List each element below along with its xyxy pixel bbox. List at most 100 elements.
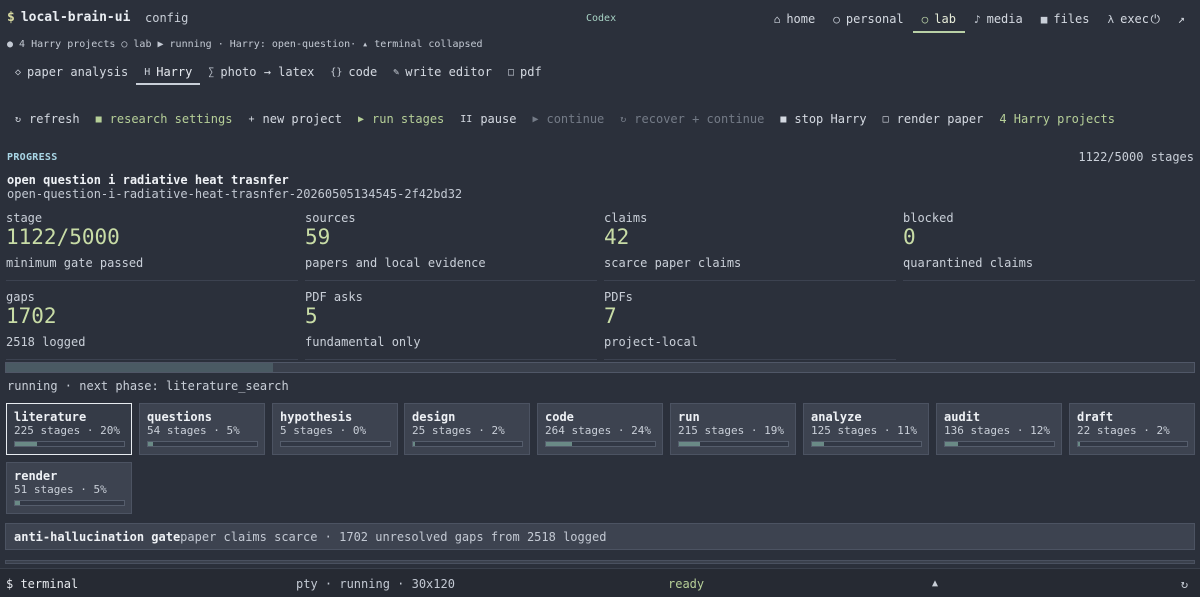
- nav-lab[interactable]: ○ lab: [912, 8, 965, 33]
- divider: [5, 560, 1195, 564]
- stop-icon: ■: [780, 113, 787, 125]
- app-title: $ local-brain-ui: [7, 10, 130, 25]
- render-paper-button[interactable]: □ render paper: [875, 109, 992, 129]
- tab-label: Harry: [156, 65, 193, 79]
- nav-home[interactable]: ⌂ home: [765, 8, 825, 33]
- stage-meta: 25 stages · 2%: [412, 424, 505, 437]
- terminal-label[interactable]: $ terminal: [6, 577, 78, 591]
- pause-icon: II: [460, 113, 473, 125]
- stat-label: blocked: [903, 211, 954, 225]
- sub-tabs: ◇ paper analysis H Harry ∑ photo → latex…: [7, 62, 550, 85]
- stage-meta: 125 stages · 11%: [811, 424, 917, 437]
- nav-personal[interactable]: ○ personal: [824, 8, 912, 33]
- pencil-icon: ✎: [393, 66, 400, 78]
- stat-value: 0: [903, 225, 916, 249]
- button-label: render paper: [896, 112, 984, 126]
- tab-photo-latex[interactable]: ∑ photo → latex: [200, 62, 322, 85]
- button-label: stop Harry: [794, 112, 867, 126]
- stat-value: 42: [604, 225, 630, 249]
- stage-meta: 215 stages · 19%: [678, 424, 784, 437]
- project-count: 4 Harry projects: [999, 112, 1115, 126]
- stage-card-design[interactable]: design 25 stages · 2%: [404, 403, 530, 455]
- top-bar: $ local-brain-ui config Codex ⌂ home ○ pe…: [0, 0, 1200, 36]
- stage-name: questions: [147, 410, 213, 424]
- stage-progress-fill: [1078, 442, 1081, 446]
- music-note-icon: ♪: [973, 12, 981, 26]
- refresh-icon[interactable]: ↻: [1181, 577, 1188, 591]
- stage-progress-fill: [148, 442, 154, 446]
- stage-card-code[interactable]: code 264 stages · 24%: [537, 403, 663, 455]
- recover-continue-button[interactable]: ↻ recover + continue: [612, 109, 772, 129]
- tab-label: pdf: [520, 65, 542, 79]
- expand-icon[interactable]: ↗: [1178, 12, 1185, 26]
- lambda-icon: λ: [1107, 12, 1115, 26]
- pause-button[interactable]: II pause: [452, 109, 524, 129]
- button-label: refresh: [29, 112, 80, 126]
- button-label: recover + continue: [634, 112, 765, 126]
- config-link[interactable]: config: [145, 11, 188, 25]
- stage-progress-bar: [944, 441, 1055, 447]
- tab-code[interactable]: {} code: [322, 62, 385, 85]
- tab-pdf[interactable]: □ pdf: [500, 62, 550, 85]
- stage-card-render[interactable]: render 51 stages · 5%: [6, 462, 132, 514]
- stage-progress-bar: [1077, 441, 1188, 447]
- stage-progress-fill: [15, 442, 37, 446]
- stage-meta: 136 stages · 12%: [944, 424, 1050, 437]
- tab-label: code: [348, 65, 378, 79]
- stat-label: PDFs: [604, 290, 633, 304]
- codex-label: Codex: [586, 13, 617, 24]
- stage-meta: 264 stages · 24%: [545, 424, 651, 437]
- stat-pdfs: PDFs 7 project-local: [604, 290, 896, 360]
- power-icon[interactable]: ⏻: [1151, 12, 1161, 27]
- stat-sub: project-local: [604, 335, 698, 349]
- stage-card-hypothesis[interactable]: hypothesis 5 stages · 0%: [272, 403, 398, 455]
- stat-label: claims: [604, 211, 648, 225]
- stage-card-audit[interactable]: audit 136 stages · 12%: [936, 403, 1062, 455]
- tab-write-editor[interactable]: ✎ write editor: [385, 62, 500, 85]
- nav-exec[interactable]: λ exec: [1098, 8, 1158, 33]
- gate-title: anti-hallucination gate: [14, 529, 181, 544]
- braces-icon: {}: [330, 66, 343, 78]
- new-project-button[interactable]: + new project: [240, 109, 350, 129]
- phase-status: running · next phase: literature_search: [7, 379, 289, 393]
- nav-label: home: [786, 12, 816, 26]
- tab-label: photo → latex: [220, 65, 315, 79]
- progress-heading: PROGRESS: [7, 152, 58, 163]
- stat-sources: sources 59 papers and local evidence: [305, 211, 597, 281]
- stage-card-questions[interactable]: questions 54 stages · 5%: [139, 403, 265, 455]
- stage-progress-bar: [14, 441, 125, 447]
- terminal-status: pty · running · 30x120: [296, 577, 455, 591]
- run-stages-button[interactable]: ▶ run stages: [350, 109, 452, 129]
- home-icon: ⌂: [773, 12, 781, 26]
- nav-label: exec: [1120, 12, 1149, 26]
- circle-icon: ○: [833, 12, 840, 26]
- button-label: run stages: [372, 112, 445, 126]
- toolbar: ↻ refresh ■ research settings + new proj…: [7, 109, 1123, 129]
- overall-progress-bar: [5, 362, 1195, 373]
- stage-name: run: [678, 410, 700, 424]
- tab-harry[interactable]: H Harry: [136, 62, 201, 85]
- document-icon: □: [507, 66, 515, 78]
- nav-files[interactable]: ■ files: [1032, 8, 1099, 33]
- continue-button[interactable]: ▶ continue: [524, 109, 612, 129]
- stop-harry-button[interactable]: ■ stop Harry: [772, 109, 874, 129]
- stage-card-analyze[interactable]: analyze 125 stages · 11%: [803, 403, 929, 455]
- terminal-bar: $ terminal pty · running · 30x120 ready …: [0, 568, 1200, 597]
- stage-card-literature[interactable]: literature 225 stages · 20%: [6, 403, 132, 455]
- stage-name: design: [412, 410, 456, 424]
- chevron-up-icon[interactable]: ▲: [932, 578, 938, 589]
- stat-label: gaps: [6, 290, 35, 304]
- research-settings-button[interactable]: ■ research settings: [88, 109, 241, 129]
- stage-meta: 54 stages · 5%: [147, 424, 240, 437]
- tab-label: paper analysis: [27, 65, 129, 79]
- play-icon: ▶: [532, 113, 539, 125]
- project-title: open question i radiative heat trasnfer: [7, 173, 289, 187]
- stage-meta: 5 stages · 0%: [280, 424, 367, 437]
- refresh-button[interactable]: ↻ refresh: [7, 109, 88, 129]
- stage-progress-bar: [147, 441, 258, 447]
- tab-paper-analysis[interactable]: ◇ paper analysis: [7, 62, 136, 85]
- nav-media[interactable]: ♪ media: [965, 8, 1032, 33]
- stage-card-draft[interactable]: draft 22 stages · 2%: [1069, 403, 1195, 455]
- refresh-icon: ↻: [15, 113, 22, 125]
- stage-card-run[interactable]: run 215 stages · 19%: [670, 403, 796, 455]
